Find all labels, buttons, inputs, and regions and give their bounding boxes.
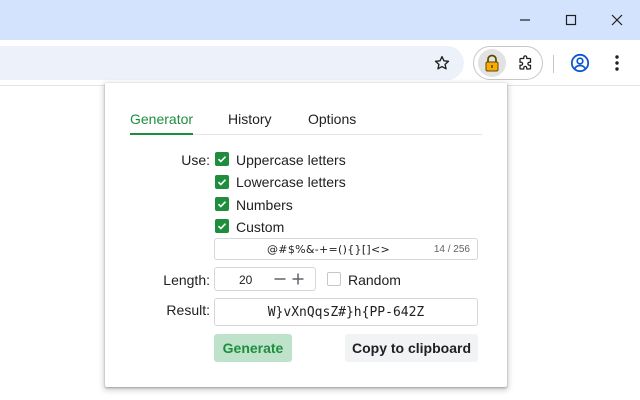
- copy-to-clipboard-button[interactable]: Copy to clipboard: [345, 334, 478, 362]
- plus-icon: [292, 273, 304, 285]
- puzzle-icon: [519, 55, 532, 70]
- use-label: Use:: [181, 152, 210, 168]
- length-value: 20: [239, 273, 253, 287]
- tab-history[interactable]: History: [228, 111, 272, 127]
- result-field[interactable]: W}vXnQqsZ#}h{PP-642Z: [214, 298, 478, 326]
- browser-menu-button[interactable]: [603, 49, 631, 77]
- decrement-button[interactable]: [272, 271, 288, 287]
- tab-generator[interactable]: Generator: [130, 111, 193, 127]
- custom-characters-counter: 14 / 256: [433, 244, 470, 255]
- custom-characters-value: @#$%&-+=(){}[]<>: [267, 243, 391, 256]
- uppercase-label: Uppercase letters: [236, 152, 346, 168]
- result-label: Result:: [166, 302, 210, 318]
- lock-extension-icon: [485, 54, 499, 72]
- minimize-button[interactable]: [502, 0, 548, 40]
- bookmark-star-button[interactable]: [428, 49, 456, 77]
- numbers-checkbox[interactable]: [215, 197, 229, 211]
- checkmark-icon: [217, 156, 227, 163]
- length-label: Length:: [163, 272, 210, 288]
- minimize-icon: [520, 19, 530, 21]
- star-icon: [434, 55, 450, 70]
- password-generator-extension-button[interactable]: [478, 49, 506, 77]
- close-window-button[interactable]: [594, 0, 640, 40]
- browser-toolbar: [0, 40, 640, 86]
- generate-button[interactable]: Generate: [214, 334, 292, 362]
- increment-button[interactable]: [290, 271, 306, 287]
- custom-checkbox[interactable]: [215, 219, 229, 233]
- lowercase-label: Lowercase letters: [236, 174, 346, 190]
- custom-characters-input[interactable]: @#$%&-+=(){}[]<> 14 / 256: [214, 238, 478, 260]
- maximize-icon: [565, 14, 577, 26]
- extensions-group: [473, 46, 543, 80]
- checkmark-icon: [217, 201, 227, 208]
- custom-label: Custom: [236, 219, 285, 235]
- active-tab-indicator: [130, 133, 193, 135]
- extensions-button[interactable]: [512, 49, 540, 77]
- checkmark-icon: [217, 223, 227, 230]
- popup-tabs: Generator History Options: [130, 103, 482, 135]
- uppercase-checkbox[interactable]: [215, 152, 229, 166]
- close-icon: [611, 14, 623, 26]
- password-generator-popup: Generator History Options Use: Uppercase…: [105, 83, 507, 387]
- random-checkbox[interactable]: [327, 272, 341, 286]
- generated-password: W}vXnQqsZ#}h{PP-642Z: [267, 305, 425, 320]
- minus-icon: [274, 278, 286, 280]
- toolbar-divider: [553, 55, 554, 73]
- maximize-button[interactable]: [548, 0, 594, 40]
- length-stepper[interactable]: 20: [214, 267, 316, 291]
- browser-titlebar: [0, 0, 640, 40]
- numbers-label: Numbers: [236, 197, 293, 213]
- checkmark-icon: [217, 179, 227, 186]
- profile-icon: [570, 53, 590, 73]
- address-bar[interactable]: [0, 46, 464, 80]
- lowercase-checkbox[interactable]: [215, 175, 229, 189]
- profile-button[interactable]: [566, 49, 594, 77]
- more-vert-icon: [615, 55, 619, 71]
- tab-options[interactable]: Options: [308, 111, 356, 127]
- random-label: Random: [348, 272, 401, 288]
